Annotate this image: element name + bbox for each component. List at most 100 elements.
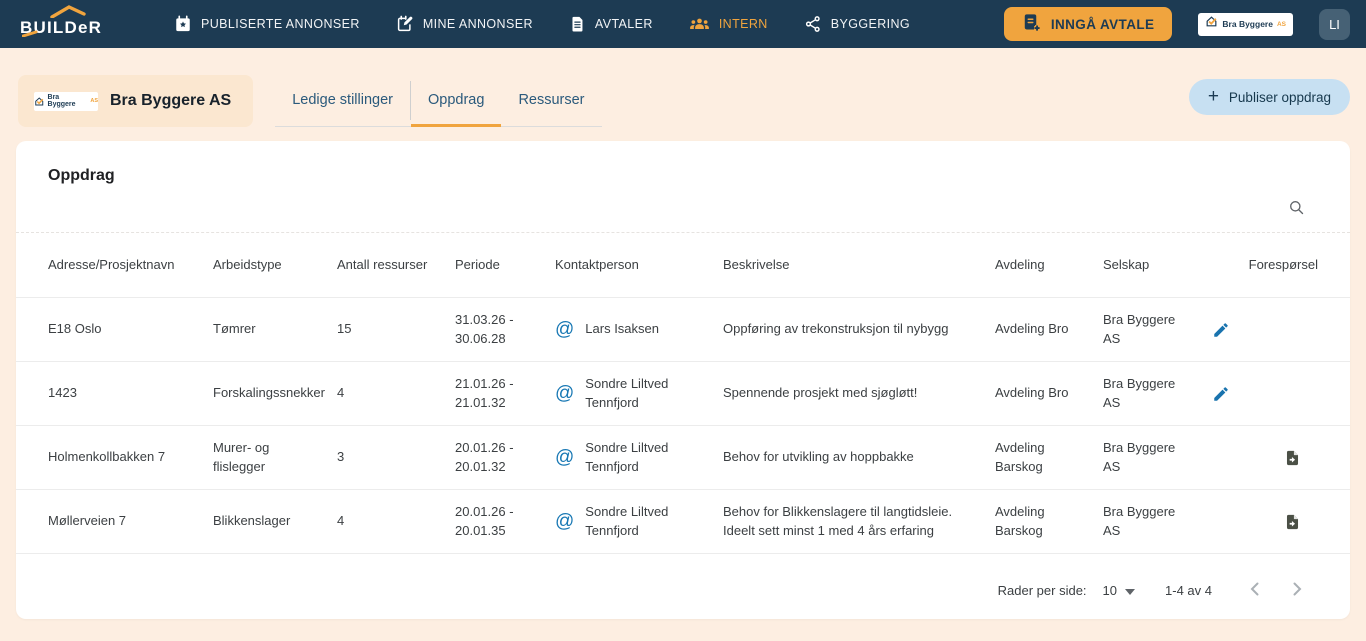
rows-per-page-label: Rader per side: bbox=[997, 583, 1087, 598]
table-row[interactable]: E18 Oslo Tømrer 15 31.03.26 - 30.06.28 @… bbox=[16, 298, 1350, 362]
cell-kontaktperson: @ Lars Isaksen bbox=[555, 298, 723, 361]
cell-avdeling: Avdeling Bro bbox=[995, 385, 1069, 401]
previous-page-button[interactable] bbox=[1246, 578, 1263, 603]
document-plus-icon bbox=[1022, 13, 1041, 35]
cell-antall-ressurser: 4 bbox=[337, 513, 345, 529]
page-title: Oppdrag bbox=[48, 167, 115, 184]
cell-actions bbox=[1210, 298, 1318, 361]
cell-antall-ressurser: 4 bbox=[337, 385, 345, 401]
people-icon bbox=[689, 15, 710, 33]
cell-selskap: Bra Byggere AS bbox=[1103, 375, 1176, 410]
cell-actions bbox=[1210, 490, 1318, 553]
at-icon[interactable]: @ bbox=[555, 316, 574, 344]
tab-ressurser[interactable]: Ressurser bbox=[501, 75, 601, 127]
cell-periode: 21.01.26 - 21.01.32 bbox=[455, 375, 514, 410]
column-header-beskrivelse[interactable]: Beskrivelse bbox=[723, 233, 995, 297]
network-icon bbox=[804, 15, 822, 33]
chevron-left-icon bbox=[1250, 582, 1259, 599]
column-header-selskap[interactable]: Selskap bbox=[1103, 233, 1210, 297]
tab-label: Ledige stillinger bbox=[292, 91, 393, 108]
company-tabs: Ledige stillinger Oppdrag Ressurser bbox=[275, 75, 602, 127]
document-request-icon[interactable] bbox=[1282, 511, 1303, 533]
cell-adresse: Holmenkollbakken 7 bbox=[48, 449, 166, 465]
cell-actions bbox=[1210, 362, 1318, 425]
edit-pencil-icon[interactable] bbox=[1210, 383, 1232, 405]
column-header-avdeling[interactable]: Avdeling bbox=[995, 233, 1103, 297]
cell-periode: 31.03.26 - 30.06.28 bbox=[455, 311, 514, 346]
cell-selskap: Bra Byggere AS bbox=[1103, 439, 1176, 474]
column-header-periode[interactable]: Periode bbox=[455, 233, 555, 297]
next-page-button[interactable] bbox=[1289, 578, 1306, 603]
cell-avdeling: Avdeling Bro bbox=[995, 321, 1069, 337]
cell-adresse: Møllerveien 7 bbox=[48, 513, 127, 529]
document-request-icon[interactable] bbox=[1282, 447, 1303, 469]
nav-item-publiserte-annonser[interactable]: PUBLISERTE ANNONSER bbox=[174, 15, 360, 33]
cell-adresse: E18 Oslo bbox=[48, 321, 102, 337]
main-menu: PUBLISERTE ANNONSER MINE ANNONSER AVTALE… bbox=[174, 15, 910, 33]
document-icon bbox=[569, 15, 586, 33]
cell-kontaktperson: @ Sondre Liltved Tennfjord bbox=[555, 426, 723, 489]
table-row[interactable]: Møllerveien 7 Blikkenslager 4 20.01.26 -… bbox=[16, 490, 1350, 554]
table-row[interactable]: 1423 Forskalingssnekker 4 21.01.26 - 21.… bbox=[16, 362, 1350, 426]
nav-right-group: INNGÅ AVTALE Bra Byggere AS LI bbox=[1003, 7, 1350, 41]
tab-label: Oppdrag bbox=[428, 91, 485, 108]
cell-beskrivelse: Oppføring av trekonstruksjon til nybygg bbox=[723, 321, 949, 337]
chevron-down-icon bbox=[1125, 583, 1136, 598]
nav-label: BYGGERING bbox=[830, 17, 911, 31]
cell-arbeidstype: Murer- og flislegger bbox=[213, 439, 270, 474]
cell-kontaktperson: @ Sondre Liltved Tennfjord bbox=[555, 490, 723, 553]
tab-ledige-stillinger[interactable]: Ledige stillinger bbox=[275, 75, 410, 127]
user-avatar[interactable]: LI bbox=[1319, 8, 1350, 40]
cell-beskrivelse: Behov for Blikkenslagere til langtidslei… bbox=[723, 503, 953, 538]
roof-icon bbox=[50, 5, 86, 23]
nav-item-intern[interactable]: INTERN bbox=[689, 15, 768, 33]
kontakt-name: Sondre Liltved Tennfjord bbox=[585, 439, 669, 474]
company-name: Bra Byggere AS bbox=[110, 92, 232, 109]
at-icon[interactable]: @ bbox=[555, 380, 574, 408]
publiser-oppdrag-button[interactable]: + Publiser oppdrag bbox=[1188, 79, 1350, 115]
column-header-adresse[interactable]: Adresse/Prosjektnavn bbox=[48, 233, 213, 297]
cell-periode: 20.01.26 - 20.01.32 bbox=[455, 439, 514, 474]
tab-label: Ressurser bbox=[518, 91, 585, 108]
cell-avdeling: Avdeling Barskog bbox=[995, 503, 1045, 538]
cell-beskrivelse: Spennende prosjekt med sjøgløtt! bbox=[723, 385, 918, 401]
column-header-antall-ressurser[interactable]: Antall ressurser bbox=[337, 233, 455, 297]
company-chip[interactable]: Bra Byggere AS Bra Byggere AS bbox=[18, 75, 254, 127]
company-logo: Bra Byggere AS bbox=[34, 91, 98, 111]
at-icon[interactable]: @ bbox=[555, 444, 574, 472]
company-subheader: Bra Byggere AS Bra Byggere AS Ledige sti… bbox=[18, 75, 1350, 127]
cell-antall-ressurser: 3 bbox=[337, 449, 345, 465]
column-header-foresporsel[interactable]: Forespørsel bbox=[1210, 233, 1318, 297]
edit-pencil-icon[interactable] bbox=[1210, 319, 1232, 341]
table-row[interactable]: Holmenkollbakken 7 Murer- og flislegger … bbox=[16, 426, 1350, 490]
inngaa-avtale-button[interactable]: INNGÅ AVTALE bbox=[1003, 7, 1173, 41]
column-header-kontaktperson[interactable]: Kontaktperson bbox=[555, 233, 723, 297]
badge-company-suffix: AS bbox=[1276, 20, 1286, 28]
search-button[interactable] bbox=[1283, 194, 1310, 224]
house-check-icon bbox=[1205, 15, 1218, 33]
kontakt-name: Sondre Liltved Tennfjord bbox=[585, 503, 669, 538]
kontakt-name: Lars Isaksen bbox=[585, 321, 659, 337]
builder-logo[interactable]: BUILDeR bbox=[20, 4, 130, 44]
cell-antall-ressurser: 15 bbox=[337, 321, 352, 337]
chip-logo-name: Bra Byggere bbox=[47, 94, 76, 108]
rows-per-page-select[interactable]: 10 bbox=[1103, 583, 1136, 598]
nav-item-avtaler[interactable]: AVTALER bbox=[569, 15, 653, 33]
pagination-range: 1-4 av 4 bbox=[1165, 583, 1212, 598]
nav-label: AVTALER bbox=[594, 17, 653, 31]
company-badge[interactable]: Bra Byggere AS bbox=[1198, 12, 1293, 36]
cell-arbeidstype: Tømrer bbox=[213, 321, 256, 337]
calendar-star-icon bbox=[174, 15, 192, 33]
column-header-arbeidstype[interactable]: Arbeidstype bbox=[213, 233, 337, 297]
cell-actions bbox=[1210, 426, 1318, 489]
cell-arbeidstype: Forskalingssnekker bbox=[213, 385, 325, 401]
nav-label: MINE ANNONSER bbox=[422, 17, 533, 31]
search-icon bbox=[1287, 198, 1306, 220]
top-navigation: BUILDeR PUBLISERTE ANNONSER MINE ANNONSE… bbox=[0, 0, 1366, 48]
logo-swoosh-icon bbox=[21, 24, 38, 42]
at-icon[interactable]: @ bbox=[555, 508, 574, 536]
cell-avdeling: Avdeling Barskog bbox=[995, 439, 1045, 474]
nav-item-byggering[interactable]: BYGGERING bbox=[804, 15, 910, 33]
nav-item-mine-annonser[interactable]: MINE ANNONSER bbox=[396, 15, 533, 33]
tab-oppdrag[interactable]: Oppdrag bbox=[411, 75, 502, 127]
